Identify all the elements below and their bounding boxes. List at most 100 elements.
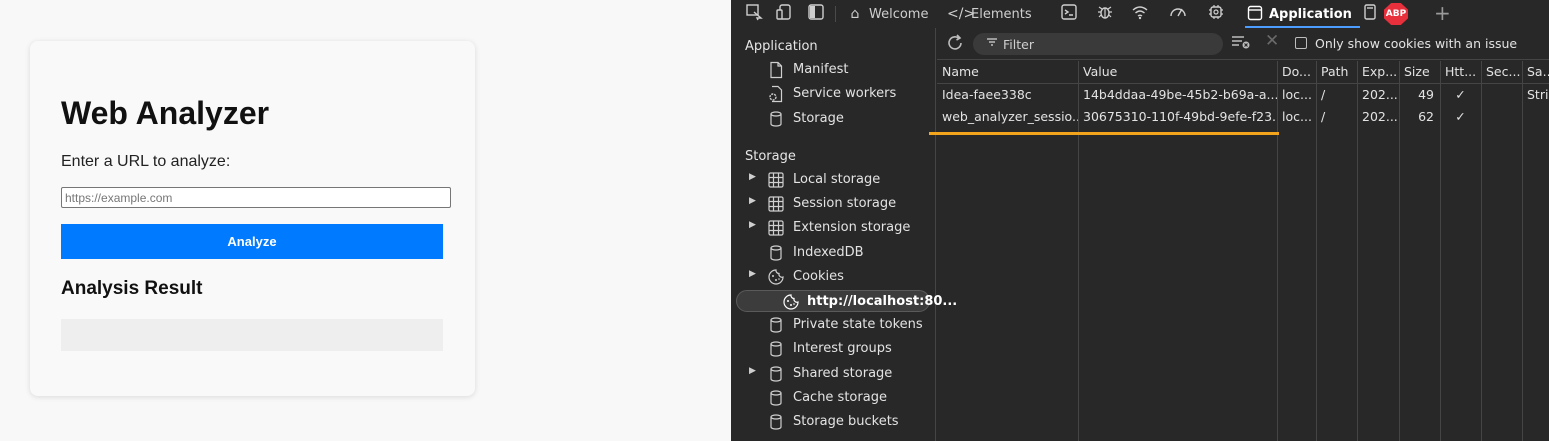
database-icon bbox=[767, 110, 785, 128]
cookie-icon bbox=[767, 268, 785, 286]
column-header-expires[interactable]: Exp... bbox=[1357, 61, 1399, 83]
sidebar-item-cookies[interactable]: ▶ Cookies bbox=[731, 266, 936, 288]
sidebar-item-storage-buckets[interactable]: Storage buckets bbox=[731, 411, 936, 433]
notebook-icon[interactable] bbox=[1359, 3, 1381, 25]
sidebar-item-extension-storage[interactable]: ▶ Extension storage bbox=[731, 217, 936, 239]
code-icon: </> bbox=[947, 6, 976, 22]
table-cell-name[interactable]: web_analyzer_sessio... bbox=[937, 106, 1078, 128]
column-header-secure[interactable]: Sec... bbox=[1481, 61, 1522, 83]
database-icon bbox=[767, 365, 785, 383]
column-header-httponly[interactable]: Htt... bbox=[1440, 61, 1481, 83]
column-header-domain[interactable]: Do... bbox=[1277, 61, 1316, 83]
table-cell-size[interactable]: 62 bbox=[1399, 106, 1440, 128]
expand-arrow-icon[interactable]: ▶ bbox=[749, 269, 756, 279]
device-toolbar-icon[interactable] bbox=[773, 3, 795, 25]
column-header-value[interactable]: Value bbox=[1078, 61, 1277, 83]
sidebar-item-storage[interactable]: Storage bbox=[731, 108, 936, 130]
sidebar-item-manifest[interactable]: Manifest bbox=[731, 59, 936, 81]
sidebar-item-local-storage[interactable]: ▶ Local storage bbox=[731, 169, 936, 191]
expand-arrow-icon[interactable]: ▶ bbox=[749, 196, 756, 206]
adblock-plus-icon[interactable]: ABP bbox=[1384, 3, 1408, 25]
table-cell-size[interactable]: 49 bbox=[1399, 84, 1440, 106]
table-cell-value[interactable]: 14b4ddaa-49be-45b2-b69a-a... bbox=[1078, 84, 1277, 106]
result-box bbox=[61, 319, 443, 351]
filter-input[interactable]: Filter bbox=[973, 33, 1223, 55]
database-icon bbox=[767, 316, 785, 334]
file-icon bbox=[767, 61, 785, 79]
table-cell-samesite[interactable]: Stric bbox=[1522, 84, 1549, 106]
grid-icon bbox=[767, 219, 785, 237]
window-icon bbox=[1245, 0, 1265, 28]
analyzer-card: Web Analyzer Enter a URL to analyze: Ana… bbox=[30, 41, 475, 396]
gear-file-icon bbox=[767, 85, 785, 103]
sidebar-heading-application: Application bbox=[745, 39, 818, 54]
sidebar-heading-storage: Storage bbox=[745, 149, 796, 164]
column-header-size[interactable]: Size bbox=[1399, 61, 1440, 83]
highlight-underline bbox=[929, 132, 1279, 135]
tab-elements[interactable]: </>Elements bbox=[947, 0, 1032, 28]
toolbar-divider bbox=[835, 6, 836, 22]
database-icon bbox=[767, 244, 785, 262]
filter-placeholder: Filter bbox=[1003, 37, 1034, 52]
table-cell-value[interactable]: 30675310-110f-49bd-9efe-f23... bbox=[1078, 106, 1277, 128]
table-cell-samesite[interactable] bbox=[1522, 106, 1549, 128]
table-cell-httponly[interactable]: ✓ bbox=[1440, 106, 1481, 128]
table-cell-secure[interactable] bbox=[1481, 84, 1522, 106]
memory-chip-icon[interactable] bbox=[1205, 3, 1227, 25]
table-cell-httponly[interactable]: ✓ bbox=[1440, 84, 1481, 106]
console-icon[interactable] bbox=[1058, 3, 1080, 25]
sidebar-item-interest-groups[interactable]: Interest groups bbox=[731, 338, 936, 360]
sidebar-item-service-workers[interactable]: Service workers bbox=[731, 83, 936, 105]
refresh-icon[interactable] bbox=[945, 33, 965, 58]
database-icon bbox=[767, 389, 785, 407]
cookie-icon bbox=[782, 293, 800, 311]
cookies-toolbar: Filter ✕ Only show cookies with an issue bbox=[937, 28, 1549, 60]
sidebar-item-shared-storage[interactable]: ▶ Shared storage bbox=[731, 363, 936, 385]
expand-arrow-icon[interactable]: ▶ bbox=[749, 220, 756, 230]
only-issue-label: Only show cookies with an issue bbox=[1315, 36, 1518, 51]
only-issue-checkbox[interactable] bbox=[1295, 37, 1307, 49]
table-cell-name[interactable]: Idea-faee338c bbox=[937, 84, 1078, 106]
devtools-tabbar: ⌂ Welcome </>Elements Application ABP + bbox=[731, 0, 1549, 28]
home-icon: ⌂ bbox=[850, 6, 860, 22]
devtools-panel: ⌂ Welcome </>Elements Application ABP + … bbox=[731, 0, 1549, 441]
table-cell-domain[interactable]: loc... bbox=[1277, 84, 1316, 106]
table-cell-path[interactable]: / bbox=[1316, 106, 1357, 128]
tab-welcome[interactable]: ⌂ Welcome bbox=[845, 0, 929, 28]
grid-icon bbox=[767, 195, 785, 213]
clear-filtered-cookies-icon[interactable] bbox=[1231, 34, 1251, 54]
bug-icon[interactable] bbox=[1094, 3, 1116, 25]
table-cell-expires[interactable]: 202... bbox=[1357, 106, 1399, 128]
database-icon bbox=[767, 340, 785, 358]
grid-icon bbox=[767, 171, 785, 189]
analyze-button[interactable]: Analyze bbox=[61, 224, 443, 259]
sidebar-item-cookies-localhost[interactable]: http://localhost:80... bbox=[736, 290, 957, 312]
sidebar-item-session-storage[interactable]: ▶ Session storage bbox=[731, 193, 936, 215]
performance-gauge-icon[interactable] bbox=[1167, 3, 1189, 25]
tab-application[interactable]: Application bbox=[1245, 0, 1360, 28]
sidebar-item-indexeddb[interactable]: IndexedDB bbox=[731, 242, 936, 264]
column-header-name[interactable]: Name bbox=[937, 61, 1078, 83]
dock-side-icon[interactable] bbox=[805, 3, 827, 25]
more-tabs-icon[interactable]: + bbox=[1434, 1, 1451, 25]
wifi-icon[interactable] bbox=[1129, 3, 1151, 25]
delete-selected-icon[interactable]: ✕ bbox=[1265, 31, 1279, 51]
cookies-table: Name Value Do... Path Exp... Size Htt...… bbox=[929, 61, 1549, 441]
database-icon bbox=[767, 413, 785, 431]
table-cell-expires[interactable]: 202... bbox=[1357, 84, 1399, 106]
filter-icon bbox=[986, 36, 998, 51]
table-cell-path[interactable]: / bbox=[1316, 84, 1357, 106]
sidebar-item-cache-storage[interactable]: Cache storage bbox=[731, 387, 936, 409]
table-cell-secure[interactable] bbox=[1481, 106, 1522, 128]
inspect-element-icon[interactable] bbox=[743, 3, 765, 25]
sidebar-item-private-state-tokens[interactable]: Private state tokens bbox=[731, 314, 936, 336]
column-header-samesite[interactable]: Sa... bbox=[1522, 61, 1549, 83]
url-prompt-label: Enter a URL to analyze: bbox=[61, 153, 231, 170]
application-sidebar: Application Manifest Service workers Sto… bbox=[731, 28, 957, 441]
web-page: Web Analyzer Enter a URL to analyze: Ana… bbox=[0, 0, 731, 441]
column-header-path[interactable]: Path bbox=[1316, 61, 1357, 83]
expand-arrow-icon[interactable]: ▶ bbox=[749, 366, 756, 376]
table-cell-domain[interactable]: loc... bbox=[1277, 106, 1316, 128]
url-input[interactable] bbox=[61, 187, 451, 208]
expand-arrow-icon[interactable]: ▶ bbox=[749, 172, 756, 182]
